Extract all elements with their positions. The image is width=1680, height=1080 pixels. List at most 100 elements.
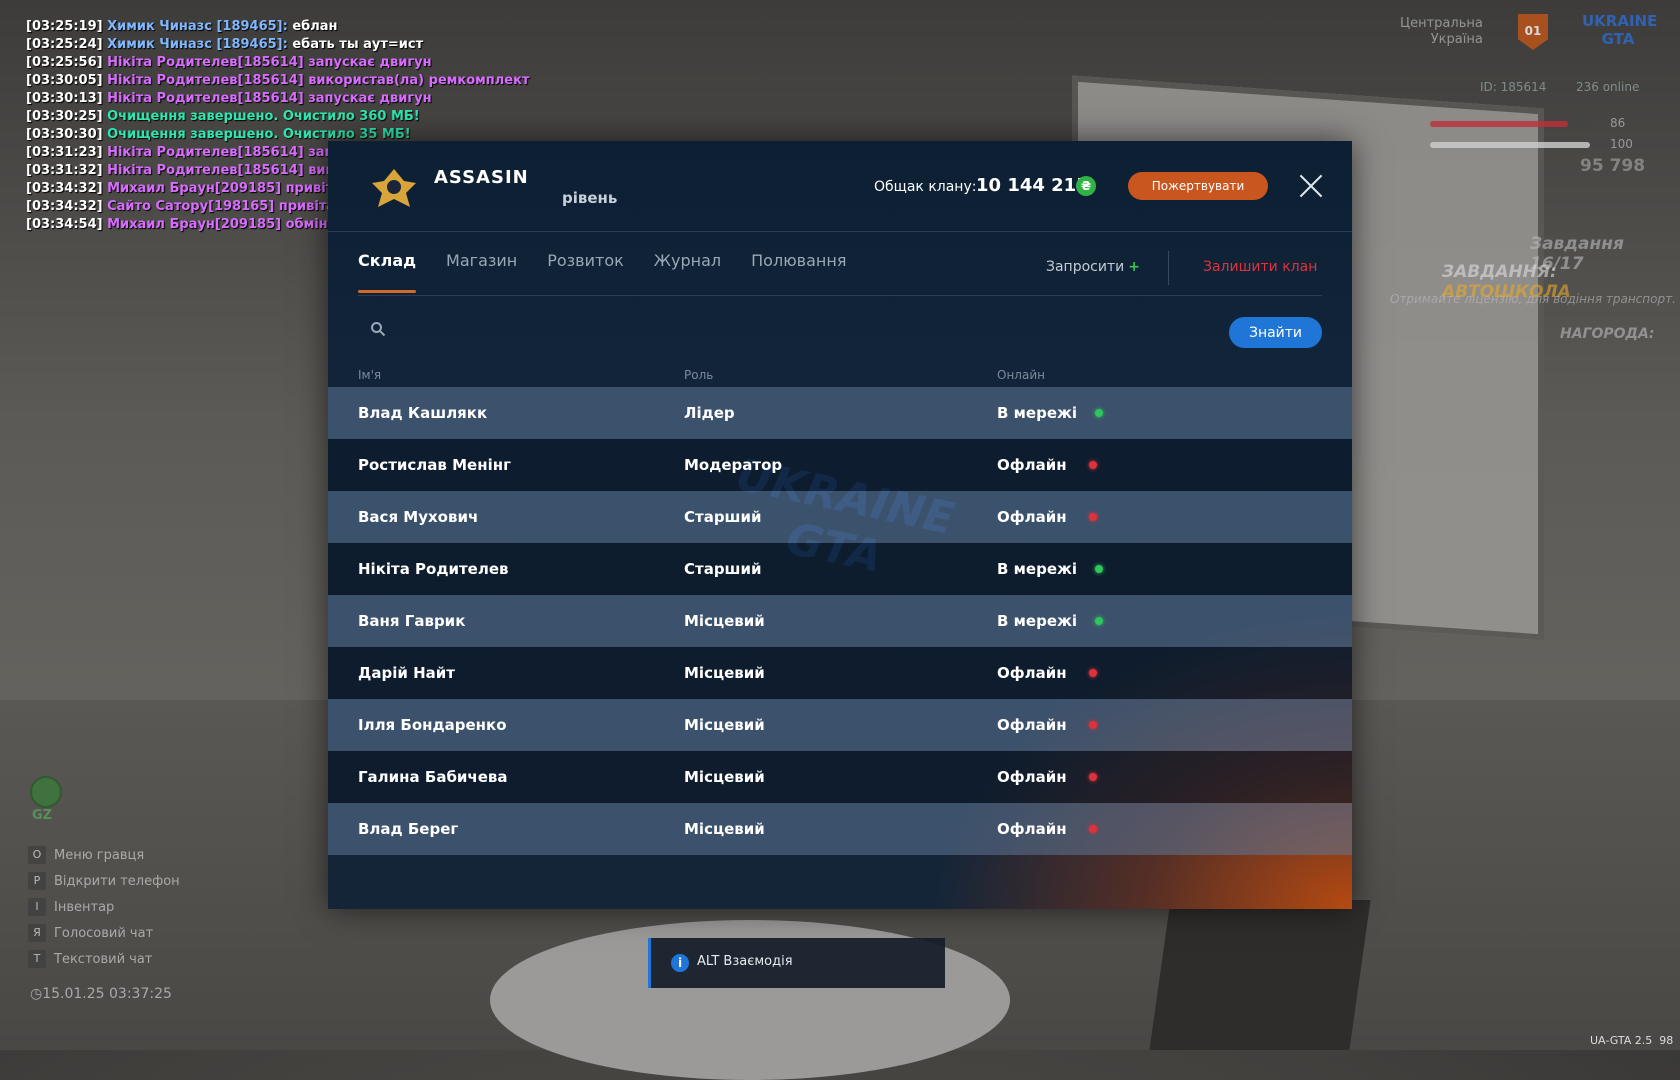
key-cap: P (28, 872, 46, 890)
chat-timestamp: [03:25:24] (26, 37, 103, 52)
member-role: Лідер (684, 404, 735, 422)
chat-message: Нікіта Родителев[185614] запускає двигун (107, 91, 432, 106)
leave-clan-button[interactable]: Залишити клан (1203, 259, 1317, 275)
region-line-2: Україна (1430, 32, 1483, 47)
chat-message: Очищення завершено. Очистило 35 МБ! (107, 127, 411, 142)
member-row[interactable]: Галина Бабичева Місцевий Офлайн (328, 751, 1352, 803)
keybind-hint: T Текстовий чат (28, 946, 180, 972)
chat-timestamp: [03:34:32] (26, 199, 103, 214)
offline-status-icon (1089, 669, 1097, 677)
chat-line: [03:30:13] Нікіта Родителев[185614] запу… (26, 90, 596, 108)
key-cap: O (28, 846, 46, 864)
member-role: Місцевий (684, 768, 765, 786)
online-status-icon (1095, 617, 1103, 625)
clan-name: ASSASIN (434, 167, 529, 188)
keybind-hint: P Відкрити телефон (28, 868, 180, 894)
invite-button[interactable]: Запросити + (1046, 259, 1140, 275)
member-status: Офлайн (997, 664, 1067, 682)
tab-3[interactable]: Журнал (654, 235, 721, 293)
divider (1168, 251, 1169, 285)
greenzone-label: GZ (32, 808, 53, 823)
member-row[interactable]: Влад Кашлякк Лідер В мережі (328, 387, 1352, 439)
member-name: Влад Кашлякк (358, 404, 488, 422)
member-name: Вася Мухович (358, 508, 479, 526)
member-row[interactable]: Ваня Гаврик Місцевий В мережі (328, 595, 1352, 647)
task-description: Отримайте ліцензію, для водіння транспор… (1390, 292, 1676, 306)
keybind-label: Відкрити телефон (54, 873, 180, 889)
chat-message: Нікіта Родителев[185614] запускає двигун (107, 55, 432, 70)
member-row[interactable]: Ілля Бондаренко Місцевий Офлайн (328, 699, 1352, 751)
chat-message: еблан (292, 19, 338, 34)
member-name: Галина Бабичева (358, 768, 508, 786)
player-id: ID: 185614 (1480, 80, 1547, 94)
donate-button[interactable]: Пожертвувати (1128, 172, 1268, 200)
member-status: Офлайн (997, 716, 1067, 734)
member-role: Модератор (684, 456, 783, 474)
offline-status-icon (1089, 461, 1097, 469)
chat-message: Нікіта Родителев[185614] використав(ла) … (107, 73, 530, 88)
member-role: Старший (684, 508, 762, 526)
member-role: Місцевий (684, 820, 765, 838)
member-status: Офлайн (997, 508, 1067, 526)
logo-line-2: GTA (1601, 30, 1635, 48)
chat-timestamp: [03:25:56] (26, 55, 103, 70)
version-label: UA-GTA 2.5 (1590, 1034, 1653, 1047)
clan-level: рівень (562, 189, 618, 207)
keybind-label: Текстовий чат (54, 951, 153, 967)
chat-message: Очищення завершено. Очистило 360 МБ! (107, 109, 420, 124)
keybind-hint: Я Голосовий чат (28, 920, 180, 946)
chat-line: [03:25:19] Химик Чиназс [189465]: еблан (26, 18, 596, 36)
member-role: Місцевий (684, 612, 765, 630)
tab-2[interactable]: Розвиток (547, 235, 624, 293)
find-button[interactable]: Знайти (1229, 317, 1322, 348)
version-suffix: 98 (1659, 1034, 1674, 1047)
chat-timestamp: [03:34:54] (26, 217, 103, 232)
member-row[interactable]: Влад Берег Місцевий Офлайн (328, 803, 1352, 855)
armor-bar (1430, 142, 1590, 148)
member-status: Офлайн (997, 456, 1067, 474)
region-name: Центральна Україна (1400, 16, 1483, 48)
ukraine-gta-logo: UKRAINE GTA (1582, 12, 1657, 52)
plus-icon: + (1128, 259, 1140, 275)
member-name: Ваня Гаврик (358, 612, 466, 630)
member-row[interactable]: Вася Мухович Старший Офлайн (328, 491, 1352, 543)
column-header-role: Роль (684, 368, 714, 382)
member-status: В мережі (997, 560, 1078, 578)
chat-timestamp: [03:30:30] (26, 127, 103, 142)
member-status: В мережі (997, 612, 1078, 630)
clan-tabs: Склад Магазин Розвиток Журнал Полювання (358, 235, 876, 293)
chat-sender: Химик Чиназс [189465]: (107, 19, 293, 34)
keybind-label: Голосовий чат (54, 925, 154, 941)
close-icon[interactable] (1296, 171, 1326, 201)
member-row[interactable]: Нікіта Родителев Старший В мережі (328, 543, 1352, 595)
keybind-hints: O Меню гравця P Відкрити телефон I Інвентар Я Г… (28, 842, 180, 972)
tab-1[interactable]: Магазин (446, 235, 517, 293)
chat-line: [03:25:24] Химик Чиназс [189465]: ебать … (26, 36, 596, 54)
member-status: Офлайн (997, 820, 1067, 838)
datetime: ◷15.01.25 03:37:25 (30, 986, 172, 1002)
invite-label: Запросити (1046, 259, 1125, 275)
member-row[interactable]: Дарій Найт Місцевий Офлайн (328, 647, 1352, 699)
member-search-input[interactable] (398, 313, 1152, 345)
key-cap: Я (28, 924, 46, 942)
member-role: Місцевий (684, 716, 765, 734)
chat-sender: Химик Чиназс [189465]: (107, 37, 293, 52)
clan-emblem-icon (372, 169, 416, 207)
interaction-hint: i ALT Взаємодія (648, 938, 945, 988)
clan-treasury-label: Общак клану: (874, 179, 977, 195)
member-row[interactable]: Ростислав Менінг Модератор Офлайн (328, 439, 1352, 491)
member-role: Місцевий (684, 664, 765, 682)
chat-timestamp: [03:34:32] (26, 181, 103, 196)
chat-timestamp: [03:25:19] (26, 19, 103, 34)
column-header-name: Ім'я (358, 368, 382, 382)
info-icon: i (671, 954, 689, 972)
task-reward: НАГОРОДА: (1560, 326, 1655, 342)
tab-4[interactable]: Полювання (751, 235, 846, 293)
money-value: 95 798 (1580, 156, 1646, 176)
chat-timestamp: [03:31:23] (26, 145, 103, 160)
online-status-icon (1095, 409, 1103, 417)
tab-0[interactable]: Склад (358, 235, 417, 293)
datetime-value: 15.01.25 03:37:25 (42, 986, 172, 1002)
chat-timestamp: [03:30:13] (26, 91, 103, 106)
hryvnia-coin-icon: ₴ (1076, 176, 1096, 196)
